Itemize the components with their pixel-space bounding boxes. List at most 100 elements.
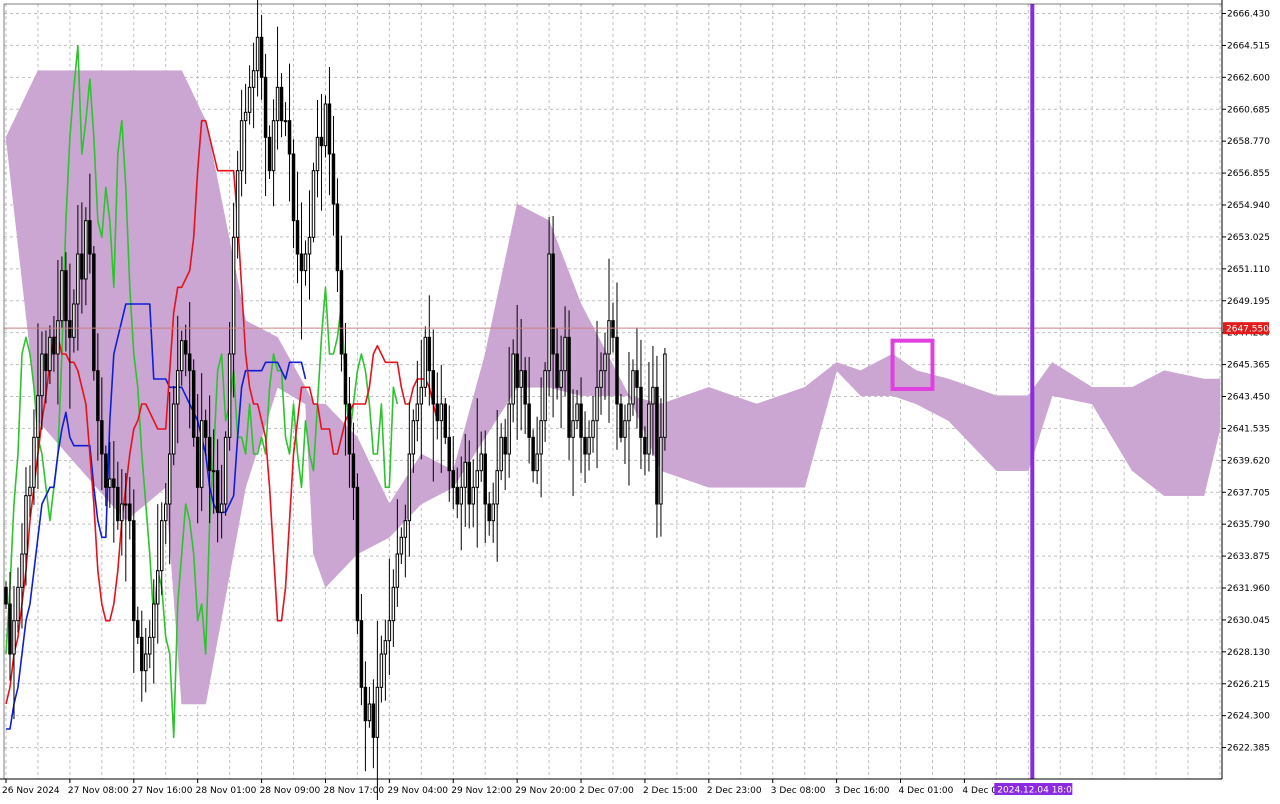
candle-bearish xyxy=(279,86,284,122)
candle-bearish xyxy=(295,220,300,255)
candle-bullish xyxy=(283,120,288,123)
price-chart[interactable]: 2666.430 2664.515 2662.600 2660.685 2658.770… xyxy=(0,0,1280,804)
candle-bearish xyxy=(259,36,264,78)
candle-bullish xyxy=(148,636,152,655)
candle-bearish xyxy=(44,353,48,372)
candle-bearish xyxy=(203,420,208,438)
candle-bearish xyxy=(136,620,140,638)
candle-bullish xyxy=(563,336,567,372)
price-tick-label: 2656.855 xyxy=(1227,169,1270,179)
candle-bearish xyxy=(455,486,459,505)
candle-bearish xyxy=(371,703,376,738)
candle-bearish xyxy=(531,436,535,472)
cloud-segment-bullish xyxy=(305,387,314,555)
candle-bullish xyxy=(595,386,599,422)
candle-bullish xyxy=(439,403,444,422)
cloud-segment-bullish xyxy=(125,70,166,522)
price-tick-label: 2624.300 xyxy=(1227,712,1270,722)
candle-bullish xyxy=(471,486,475,505)
candle-bullish xyxy=(395,553,400,588)
candle-bullish xyxy=(227,353,232,438)
candle-bearish xyxy=(299,253,304,272)
ichimoku-candlestick-chart[interactable]: 2666.430 2664.515 2662.600 2660.685 2658.770… xyxy=(0,0,1280,804)
time-tick-label: 29 Nov 20:00 xyxy=(515,786,576,796)
candle-bullish xyxy=(311,170,316,238)
price-tick-label: 2666.430 xyxy=(1227,10,1270,20)
candle-bearish xyxy=(635,370,639,388)
candle-bearish xyxy=(187,353,192,372)
candle-bullish xyxy=(499,436,503,472)
candle-bullish xyxy=(323,103,328,147)
candle-bearish xyxy=(655,386,659,505)
candle-bullish xyxy=(479,453,483,472)
candle-bullish xyxy=(199,420,204,488)
candle-bearish xyxy=(132,520,136,622)
price-tick-label: 2658.770 xyxy=(1227,137,1270,147)
candle-bullish xyxy=(571,420,575,438)
candle-bullish xyxy=(84,220,88,280)
candle-bearish xyxy=(567,336,571,438)
candle-bullish xyxy=(223,436,228,505)
candle-bullish xyxy=(36,395,40,438)
candle-bearish xyxy=(4,586,8,605)
cloud-segment-bullish xyxy=(892,353,917,405)
candle-bullish xyxy=(24,495,28,555)
candle-bullish xyxy=(403,520,408,538)
cloud-segment-bullish xyxy=(708,386,758,488)
candle-bullish xyxy=(463,461,467,488)
candle-bullish xyxy=(171,403,176,455)
candle-bearish xyxy=(116,486,120,522)
time-tick-label: 2 Dec 23:00 xyxy=(707,786,762,796)
candle-bearish xyxy=(467,461,471,505)
candle-bullish xyxy=(367,703,372,722)
cloud-segment-bullish xyxy=(948,378,997,472)
candle-bearish xyxy=(331,153,336,205)
time-tick-label: 29 Nov 04:00 xyxy=(387,786,448,796)
time-tick-label: 26 Nov 2024 xyxy=(2,786,60,796)
price-tick-label: 2649.195 xyxy=(1227,297,1270,307)
price-tick-label: 2633.875 xyxy=(1227,552,1270,562)
candle-bearish xyxy=(327,103,332,155)
candle-bullish xyxy=(307,236,312,255)
price-tick-label: 2639.620 xyxy=(1227,456,1270,466)
candle-bearish xyxy=(96,370,100,422)
candle-bullish xyxy=(275,86,280,122)
cloud-segment-bullish xyxy=(516,203,550,388)
candle-bullish xyxy=(535,453,539,472)
candle-bearish xyxy=(68,320,72,338)
candle-bullish xyxy=(607,320,611,355)
candle-bullish xyxy=(491,503,495,522)
candle-bullish xyxy=(659,436,663,505)
candle-bullish xyxy=(211,470,216,473)
price-tick-label: 2622.385 xyxy=(1227,744,1270,754)
candle-bullish xyxy=(399,536,404,555)
candle-bearish xyxy=(267,136,272,172)
candle-bearish xyxy=(291,153,296,222)
candle-bullish xyxy=(547,253,551,372)
candle-bearish xyxy=(619,403,623,438)
time-tick-label: 29 Nov 12:00 xyxy=(451,786,512,796)
candle-bullish xyxy=(32,436,36,488)
candle-bearish xyxy=(207,436,212,472)
candle-bearish xyxy=(515,353,519,388)
candle-bearish xyxy=(583,436,587,455)
candle-bullish xyxy=(235,170,240,238)
candle-bullish xyxy=(156,570,160,605)
candle-bearish xyxy=(483,453,487,505)
candle-bullish xyxy=(108,478,112,488)
price-tick-label: 2643.450 xyxy=(1227,393,1270,403)
price-tick-label: 2630.045 xyxy=(1227,616,1270,626)
price-tick-label: 2645.365 xyxy=(1227,361,1270,371)
candle-bearish xyxy=(100,420,104,455)
candle-bullish xyxy=(315,136,320,172)
candle-bullish xyxy=(495,470,499,505)
cloud-segment-bullish xyxy=(996,395,1029,471)
candle-bullish xyxy=(459,486,463,505)
candle-bullish xyxy=(631,370,635,405)
cloud-segment-bullish xyxy=(860,353,893,396)
candle-bullish xyxy=(179,340,184,372)
candle-bullish xyxy=(623,420,627,438)
candle-bearish xyxy=(183,340,188,355)
price-tick-label: 2651.110 xyxy=(1227,265,1270,275)
candle-bearish xyxy=(263,76,268,138)
